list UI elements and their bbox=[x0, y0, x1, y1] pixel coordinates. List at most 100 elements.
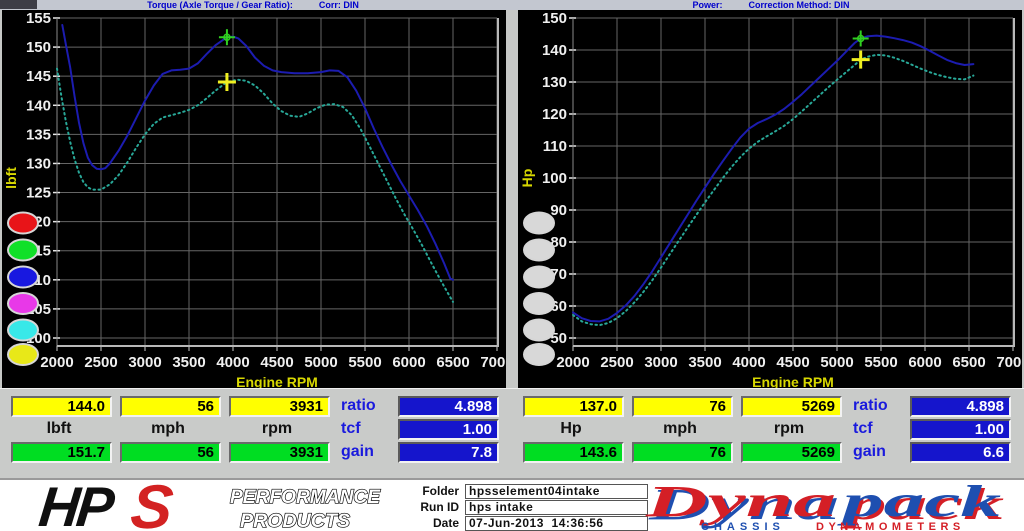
series-run-blue-solid bbox=[62, 25, 453, 280]
y-tick-label: 140 bbox=[542, 42, 567, 59]
dynapack-dyna: Dyna bbox=[644, 482, 836, 526]
tcf-value: 1.00 bbox=[398, 419, 499, 440]
readout-strip: 144.0 56 3931 lbft mph rpm 151.7 56 3931… bbox=[0, 388, 1024, 479]
x-tick-label: 2000 bbox=[40, 354, 73, 371]
x-tick-label: 4500 bbox=[776, 354, 809, 371]
torque-cursor-speed: 56 bbox=[120, 396, 221, 417]
channel-button-magenta[interactable] bbox=[8, 293, 38, 314]
y-tick-label: 150 bbox=[542, 10, 567, 27]
channel-button-yellow[interactable] bbox=[8, 344, 38, 365]
x-tick-label: 4500 bbox=[260, 354, 293, 371]
power-cursor2-rpm: 5269 bbox=[741, 442, 842, 463]
dyno-app-window: Torque (Axle Torque / Gear Ratio): Corr: … bbox=[0, 0, 1024, 531]
power-chart-panel: 5060708090100110120130140150200025003000… bbox=[518, 10, 1022, 388]
gain-value: 6.6 bbox=[910, 442, 1011, 463]
power-chart-title: Power:Correction Method: DIN bbox=[518, 0, 1024, 10]
channel-button-gray-4[interactable] bbox=[524, 293, 554, 314]
x-tick-label: 7000 bbox=[480, 354, 506, 371]
torque-cursor-rpm: 3931 bbox=[229, 396, 330, 417]
torque-cursor-value: 144.0 bbox=[11, 396, 112, 417]
channel-button-gray-6[interactable] bbox=[524, 344, 554, 365]
power-cursor2-speed: 76 bbox=[632, 442, 733, 463]
x-tick-label: 5000 bbox=[304, 354, 337, 371]
channel-button-cyan[interactable] bbox=[8, 320, 38, 341]
x-tick-label: 3500 bbox=[172, 354, 205, 371]
channel-button-gray-5[interactable] bbox=[524, 320, 554, 341]
torque-readout-table: 144.0 56 3931 lbft mph rpm 151.7 56 3931… bbox=[8, 389, 505, 479]
gain-value: 7.8 bbox=[398, 442, 499, 463]
x-tick-label: 2500 bbox=[600, 354, 633, 371]
gain-label: gain bbox=[853, 442, 905, 461]
ratio-value: 4.898 bbox=[398, 396, 499, 417]
unit-label-hp: Hp bbox=[523, 419, 619, 439]
torque-correction-text: Corr: DIN bbox=[319, 0, 359, 10]
power-correction-text: Correction Method: DIN bbox=[749, 0, 850, 10]
torque-chart-title: Torque (Axle Torque / Gear Ratio): Corr: … bbox=[0, 0, 506, 10]
x-tick-label: 5500 bbox=[864, 354, 897, 371]
torque-chart[interactable]: 1001051101151201251301351401451501552000… bbox=[2, 10, 506, 388]
power-cursor-value: 137.0 bbox=[523, 396, 624, 417]
channel-button-gray-1[interactable] bbox=[524, 213, 554, 234]
y-tick-label: 100 bbox=[542, 170, 567, 187]
folder-input[interactable]: hpsselement04intake bbox=[465, 484, 648, 499]
hps-logo: HP S PERFORMANCE PRODUCTS bbox=[8, 482, 403, 531]
y-tick-label: 125 bbox=[26, 185, 51, 202]
hps-performance-text: PERFORMANCE bbox=[230, 487, 381, 508]
torque-cursor2-value: 151.7 bbox=[11, 442, 112, 463]
y-tick-label: 140 bbox=[26, 97, 51, 114]
x-tick-label: 6000 bbox=[908, 354, 941, 371]
power-cursor-speed: 76 bbox=[632, 396, 733, 417]
unit-label-lbft: lbft bbox=[11, 419, 107, 439]
x-tick-label: 4000 bbox=[732, 354, 765, 371]
x-tick-label: 2500 bbox=[84, 354, 117, 371]
series-run-teal-dotted bbox=[573, 55, 973, 325]
y-tick-label: 130 bbox=[26, 155, 51, 172]
tcf-label: tcf bbox=[341, 419, 393, 438]
y-tick-label: 145 bbox=[26, 68, 51, 85]
y-tick-label: 120 bbox=[542, 106, 567, 123]
x-tick-label: 4000 bbox=[216, 354, 249, 371]
dynapack-dynamometers-text: DYNAMOMETERS bbox=[816, 521, 965, 531]
dynapack-chassis-text: CHASSIS bbox=[701, 521, 785, 531]
channel-button-gray-2[interactable] bbox=[524, 240, 554, 261]
x-tick-label: 3000 bbox=[128, 354, 161, 371]
power-chart[interactable]: 5060708090100110120130140150200025003000… bbox=[518, 10, 1022, 388]
x-tick-label: 6500 bbox=[436, 354, 469, 371]
y-tick-label: 90 bbox=[550, 202, 567, 219]
power-readout-table: 137.0 76 5269 Hp mph rpm 143.6 76 5269 r… bbox=[520, 389, 1017, 479]
y-tick-label: 135 bbox=[26, 126, 51, 143]
y-tick-label: 130 bbox=[542, 74, 567, 91]
unit-label-rpm: rpm bbox=[741, 419, 837, 439]
x-axis-title: Engine RPM bbox=[752, 374, 834, 388]
y-axis-title: lbft bbox=[3, 167, 19, 189]
power-cursor2-value: 143.6 bbox=[523, 442, 624, 463]
header-bar: Torque (Axle Torque / Gear Ratio): Corr: … bbox=[0, 0, 1024, 10]
y-tick-label: 150 bbox=[26, 39, 51, 56]
date-input[interactable]: 07-Jun-2013 14:36:56 bbox=[465, 516, 648, 531]
ratio-value: 4.898 bbox=[910, 396, 1011, 417]
x-tick-label: 3500 bbox=[688, 354, 721, 371]
hps-logo-hp: HP bbox=[36, 482, 118, 531]
channel-button-gray-3[interactable] bbox=[524, 267, 554, 288]
unit-label-rpm: rpm bbox=[229, 419, 325, 439]
hps-logo-s: S bbox=[128, 482, 177, 531]
x-tick-label: 2000 bbox=[556, 354, 589, 371]
torque-title-text: Torque (Axle Torque / Gear Ratio): bbox=[147, 0, 293, 10]
x-tick-label: 5500 bbox=[348, 354, 381, 371]
x-tick-label: 6500 bbox=[952, 354, 985, 371]
tcf-value: 1.00 bbox=[910, 419, 1011, 440]
channel-button-blue[interactable] bbox=[8, 267, 38, 288]
cursor-marker-green-cursor bbox=[853, 30, 869, 46]
channel-button-green[interactable] bbox=[8, 240, 38, 261]
tcf-label: tcf bbox=[853, 419, 905, 438]
y-tick-label: 110 bbox=[543, 138, 567, 155]
ratio-label: ratio bbox=[341, 396, 393, 415]
run-id-input[interactable]: hps intake bbox=[465, 500, 648, 515]
channel-button-red[interactable] bbox=[8, 213, 38, 234]
torque-chart-panel: 1001051101151201251301351401451501552000… bbox=[2, 10, 506, 388]
folder-label: Folder bbox=[405, 484, 459, 499]
unit-label-mph: mph bbox=[632, 419, 728, 439]
x-axis-title: Engine RPM bbox=[236, 374, 318, 388]
x-tick-label: 5000 bbox=[820, 354, 853, 371]
torque-cursor2-rpm: 3931 bbox=[229, 442, 330, 463]
